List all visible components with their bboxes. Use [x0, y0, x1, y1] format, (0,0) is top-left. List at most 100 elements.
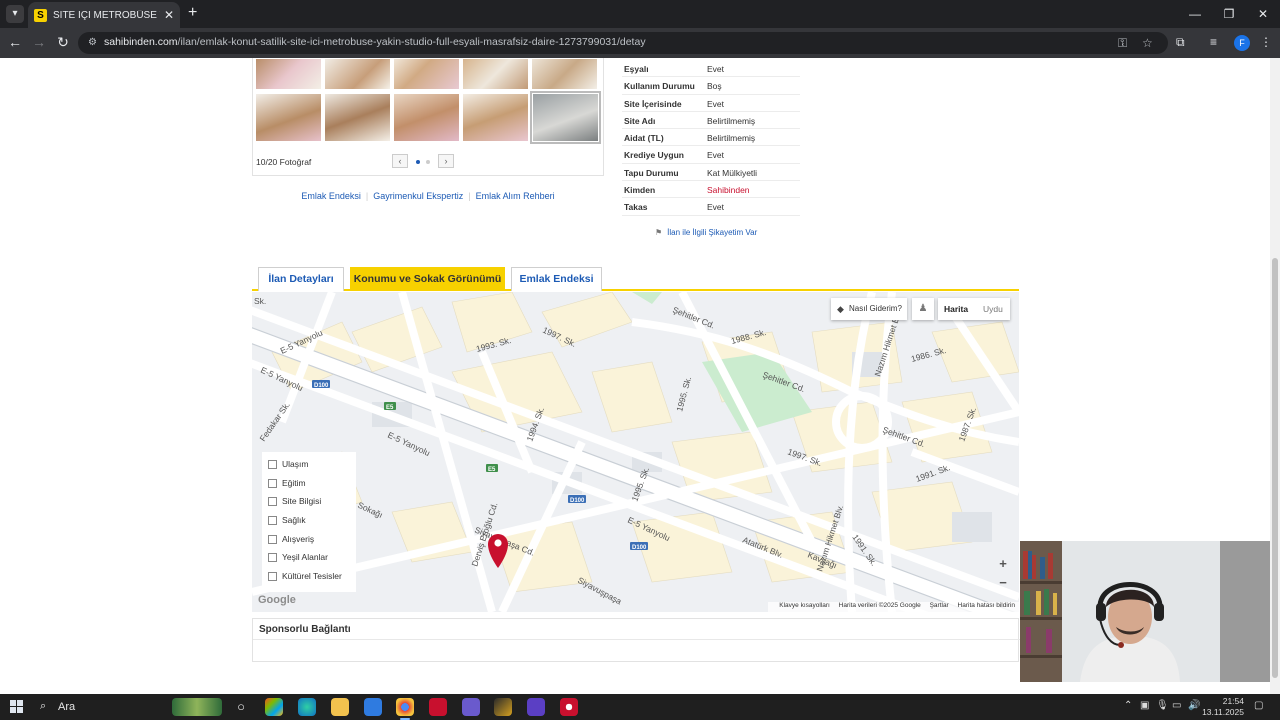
microphone-icon[interactable]: 🎙 [1156, 700, 1169, 711]
taskbar-search[interactable]: ⌕ Ara [36, 697, 160, 717]
keyboard-shortcuts-link[interactable]: Klavye kısayolları [779, 602, 830, 609]
filter-yesil-alanlar[interactable]: Yeşil Alanlar [268, 552, 328, 562]
location-map[interactable]: Sk. 1993. Sk. 1997. Sk. Şehitler Cd. 198… [252, 292, 1019, 612]
gallery-thumbnail[interactable] [255, 93, 322, 142]
complaint-link[interactable]: ⚑ İlan ile İlgili Şikayetim Var [655, 228, 757, 237]
scrollbar-thumb[interactable] [1272, 258, 1278, 678]
terms-link[interactable]: Şartlar [930, 602, 949, 609]
checkbox[interactable] [268, 478, 277, 488]
property-key: Aidat (TL) [624, 133, 664, 144]
flag-icon: ⚑ [655, 228, 663, 237]
reload-icon[interactable]: ↻ [54, 34, 72, 51]
chrome-icon[interactable] [396, 698, 414, 716]
divider [253, 639, 1020, 640]
bookmark-star-icon[interactable]: ☆ [1142, 36, 1153, 50]
minimize-icon[interactable]: — [1178, 0, 1212, 28]
map-type-satellite[interactable]: Uydu [983, 298, 1003, 320]
link-emlak-endeksi[interactable]: Emlak Endeksi [301, 191, 361, 201]
forward-icon[interactable]: → [30, 34, 48, 50]
browser-tab-active[interactable]: S SİTE İÇİ METROBÜSE YAKIN STÜDYO ✕ [28, 2, 180, 28]
gallery-thumbnail[interactable] [393, 58, 460, 90]
volume-icon[interactable]: 🔊 [1188, 700, 1200, 711]
notifications-icon[interactable]: ▢ [1254, 700, 1263, 711]
back-icon[interactable]: ← [6, 34, 24, 50]
app-icon-circle[interactable] [560, 698, 578, 716]
property-key: Site Adı [624, 115, 656, 126]
map-type-map[interactable]: Harita [944, 298, 968, 320]
checkbox[interactable] [268, 552, 277, 562]
app-icon-dark[interactable] [494, 698, 512, 716]
tray-overflow-icon[interactable]: ⌃ [1124, 700, 1132, 711]
directions-icon: ◆ [837, 304, 844, 314]
link-gayrimenkul-ekspertiz[interactable]: Gayrimenkul Ekspertiz [373, 191, 463, 201]
map-canvas: Sk. 1993. Sk. 1997. Sk. Şehitler Cd. 198… [252, 292, 1019, 612]
filter-alisveris[interactable]: Alışveriş [268, 534, 314, 544]
checkbox[interactable] [268, 571, 277, 581]
filter-ulasim[interactable]: Ulaşım [268, 459, 308, 469]
checkbox[interactable] [268, 534, 277, 544]
pegman-icon[interactable]: ♟ [912, 298, 934, 320]
page-scrollbar[interactable] [1270, 58, 1280, 694]
tab-close-icon[interactable]: ✕ [164, 8, 174, 22]
gallery-thumbnail[interactable] [462, 58, 529, 90]
filter-label: Yeşil Alanlar [282, 552, 328, 562]
filter-site-bilgisi[interactable]: Site Bilgisi [268, 496, 321, 506]
gallery-thumbnail[interactable] [255, 58, 322, 90]
site-info-icon[interactable]: ⚙ [88, 37, 100, 49]
gallery-page-dot[interactable] [426, 160, 430, 164]
directions-button[interactable]: ◆ Nasıl Giderim? [831, 298, 907, 320]
windows-taskbar: ⌕ Ara ○ ⌃ ▣ 🎙 ▭ 🔊 21:54 13.11.2025 ▢ [0, 694, 1280, 720]
profile-avatar[interactable]: F [1234, 35, 1250, 51]
gallery-thumbnail-selected[interactable] [530, 91, 601, 144]
checkbox[interactable] [268, 459, 277, 469]
reading-list-icon[interactable]: ≡ [1210, 35, 1217, 49]
gallery-thumbnail[interactable] [393, 93, 460, 142]
tab-emlak-endeksi[interactable]: Emlak Endeksi [511, 267, 602, 291]
gallery-next-icon[interactable]: › [438, 154, 454, 168]
obs-icon[interactable] [527, 698, 545, 716]
new-tab-icon[interactable]: + [188, 4, 197, 22]
property-row: Kullanım Durumu Boş [622, 77, 800, 95]
gallery-thumbnail[interactable] [324, 93, 391, 142]
filter-kulturel-tesisler[interactable]: Kültürel Tesisler [268, 571, 342, 581]
tab-search-icon[interactable]: ▾ [6, 5, 24, 23]
address-bar[interactable]: ⚙ sahibinden.com/ilan/emlak-konut-satili… [78, 32, 1168, 54]
tray-app-icon[interactable]: ▣ [1140, 700, 1149, 711]
network-icon[interactable]: ▭ [1172, 700, 1181, 711]
password-key-icon[interactable]: ⚿ [1118, 36, 1127, 51]
filter-saglik[interactable]: Sağlık [268, 515, 306, 525]
edge-icon[interactable] [298, 698, 316, 716]
photo-gallery: 10/20 Fotoğraf ‹ › [252, 58, 604, 176]
property-value: Kat Mülkiyetli [707, 167, 758, 178]
outlook-icon[interactable] [364, 698, 382, 716]
gallery-prev-icon[interactable]: ‹ [392, 154, 408, 168]
close-window-icon[interactable]: ✕ [1246, 0, 1280, 28]
checkbox[interactable] [268, 496, 277, 506]
detail-tabs: İlan Detayları Konumu ve Sokak Görünümü … [252, 265, 1019, 291]
filter-egitim[interactable]: Eğitim [268, 478, 306, 488]
task-view-icon[interactable]: ○ [232, 698, 250, 716]
system-clock[interactable]: 21:54 13.11.2025 [1200, 696, 1244, 718]
gallery-thumbnail[interactable] [531, 58, 598, 90]
property-value: Evet [707, 150, 725, 161]
checkbox[interactable] [268, 515, 277, 525]
tab-ilan-detaylari[interactable]: İlan Detayları [258, 267, 344, 291]
gallery-page-dot-active[interactable] [416, 160, 420, 164]
link-emlak-alim-rehberi[interactable]: Emlak Alım Rehberi [476, 191, 555, 201]
zoom-in-icon[interactable]: + [995, 556, 1011, 572]
browser-menu-icon[interactable]: ⋮ [1260, 35, 1272, 49]
restore-icon[interactable]: ❐ [1212, 0, 1246, 28]
discord-icon[interactable] [462, 698, 480, 716]
tab-konum-sokak[interactable]: Konumu ve Sokak Görünümü [350, 267, 505, 291]
widgets-icon[interactable] [172, 698, 222, 716]
windows-start-icon[interactable] [10, 700, 23, 713]
property-value-seller: Sahibinden [707, 185, 750, 196]
extensions-icon[interactable]: ⧉ [1176, 35, 1185, 50]
app-icon-red[interactable] [429, 698, 447, 716]
file-explorer-icon[interactable] [331, 698, 349, 716]
report-map-error-link[interactable]: Harita hatası bildirin [958, 602, 1015, 609]
zoom-out-icon[interactable]: − [995, 575, 1011, 591]
gallery-thumbnail[interactable] [462, 93, 529, 142]
copilot-icon[interactable] [265, 698, 283, 716]
gallery-thumbnail[interactable] [324, 58, 391, 90]
